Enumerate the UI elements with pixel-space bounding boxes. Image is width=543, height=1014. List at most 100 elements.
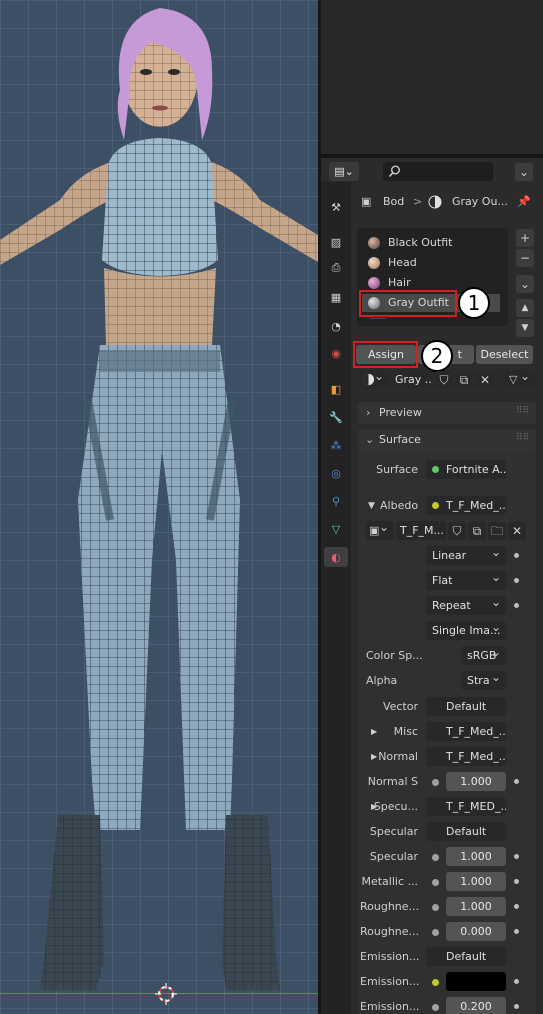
socket-icon[interactable] <box>432 779 439 786</box>
keyframe-dot[interactable] <box>514 854 519 859</box>
source-dropdown[interactable]: Single Ima... <box>426 621 506 640</box>
new-material-button[interactable]: ⧉ <box>455 371 473 389</box>
move-slot-down-button[interactable]: ▼ <box>516 319 534 337</box>
keyframe-dot[interactable] <box>514 603 519 608</box>
tab-object[interactable]: ◧ <box>326 379 346 399</box>
image-browse-dropdown[interactable]: ▣ <box>366 521 394 540</box>
material-icon <box>428 195 442 209</box>
editor-type-dropdown[interactable]: ▤⌄ <box>329 162 359 181</box>
material-preview-icon <box>368 277 380 289</box>
tab-render[interactable]: ▨ <box>326 232 346 252</box>
socket-icon[interactable] <box>432 929 439 936</box>
link-field[interactable]: T_F_Med_... <box>426 722 506 741</box>
value-slider[interactable]: 1.000 <box>446 847 506 866</box>
color-space-dropdown[interactable]: sRGB <box>461 646 506 665</box>
input-label: Emission... <box>360 975 420 988</box>
alpha-label: Alpha <box>366 674 398 687</box>
shield-icon: ⛉ <box>439 373 449 387</box>
value-slider[interactable]: 1.000 <box>446 772 506 791</box>
3d-viewport[interactable] <box>0 0 318 1014</box>
value-slider[interactable]: 1.000 <box>446 897 506 916</box>
tab-output[interactable]: ⎙ <box>326 258 346 278</box>
socket-icon[interactable] <box>432 1004 439 1011</box>
add-slot-button[interactable]: + <box>516 229 534 247</box>
input-label: Emission... <box>360 1000 420 1013</box>
interpolation-dropdown[interactable]: Linear <box>426 546 506 565</box>
socket-icon[interactable] <box>432 854 439 861</box>
tab-data[interactable]: ▽ <box>326 519 346 539</box>
image-name-field[interactable]: T_F_M... <box>396 521 446 540</box>
color-swatch[interactable] <box>446 972 506 991</box>
remove-slot-button[interactable]: − <box>516 249 534 267</box>
drag-handle-icon[interactable]: ⠿⠿ <box>516 404 529 418</box>
image-duplicate-button[interactable]: ⧉ <box>468 522 486 540</box>
link-field[interactable]: Default <box>426 697 506 716</box>
image-fake-user-button[interactable]: ⛉ <box>448 522 466 540</box>
breadcrumb-separator: > <box>413 195 423 208</box>
link-field[interactable]: T_F_MED_... <box>426 797 506 816</box>
fake-user-button[interactable]: ⛉ <box>435 371 453 389</box>
drag-handle-icon[interactable]: ⠿⠿ <box>516 431 529 445</box>
surface-shader-field[interactable]: Fortnite A... <box>426 460 506 479</box>
image-unlink-button[interactable]: ✕ <box>508 522 526 540</box>
value-slider[interactable]: 0.000 <box>446 922 506 941</box>
callout-badge: 1 <box>458 287 490 319</box>
tab-scene[interactable]: ◔ <box>326 316 346 336</box>
link-field[interactable]: Default <box>426 822 506 841</box>
deselect-button[interactable]: Deselect <box>476 345 533 364</box>
keyframe-dot[interactable] <box>514 979 519 984</box>
material-slot-item[interactable]: Head <box>362 254 502 272</box>
list-resize-handle[interactable]: ⎯⎯⎯⎯ <box>370 315 450 323</box>
move-slot-up-button[interactable]: ▲ <box>516 299 534 317</box>
image-icon: ▣ <box>369 524 380 537</box>
material-preview-icon <box>368 257 380 269</box>
folder-icon: 🗀 <box>490 524 503 538</box>
mesh-link-icon: ▽ <box>509 373 518 386</box>
tool-icon: ⚒ <box>331 200 341 214</box>
material-slot-item[interactable]: Black Outfit <box>362 234 502 252</box>
input-label: Metallic ... <box>361 875 418 888</box>
material-name-field[interactable]: Gray ... <box>391 370 433 389</box>
link-mode-dropdown[interactable]: ▽ <box>505 370 535 389</box>
chevron-right-icon: › <box>366 406 371 419</box>
keyframe-dot[interactable] <box>514 879 519 884</box>
keyframe-dot[interactable] <box>514 904 519 909</box>
keyframe-dot[interactable] <box>514 553 519 558</box>
preview-panel-title: Preview <box>379 406 422 419</box>
keyframe-dot[interactable] <box>514 578 519 583</box>
value-slider[interactable]: 0.200 <box>446 997 506 1014</box>
image-open-button[interactable]: 🗀 <box>488 522 506 540</box>
tab-modifiers[interactable]: 🔧 <box>326 407 346 427</box>
options-dropdown[interactable]: ⌄ <box>515 163 533 181</box>
tab-tool[interactable]: ⚒ <box>326 197 346 217</box>
socket-icon[interactable] <box>432 879 439 886</box>
tab-view-layer[interactable]: ▦ <box>326 287 346 307</box>
particles-icon: ⁂ <box>330 438 342 452</box>
extension-dropdown[interactable]: Repeat <box>426 596 506 615</box>
keyframe-dot[interactable] <box>514 1004 519 1009</box>
3d-cursor-icon[interactable] <box>155 983 177 1005</box>
material-browse-dropdown[interactable] <box>359 370 389 389</box>
tab-material[interactable]: ◐ <box>324 547 348 567</box>
surface-label: Surface <box>376 463 418 476</box>
object-icon: ◧ <box>330 382 342 396</box>
projection-dropdown[interactable]: Flat <box>426 571 506 590</box>
keyframe-dot[interactable] <box>514 929 519 934</box>
value-slider[interactable]: 1.000 <box>446 872 506 891</box>
tab-particles[interactable]: ⁂ <box>326 435 346 455</box>
keyframe-dot[interactable] <box>514 779 519 784</box>
breadcrumb-material[interactable]: Gray Ou... <box>452 195 508 209</box>
tab-constraints[interactable]: ⚲ <box>326 491 346 511</box>
tab-world[interactable]: ◉ <box>326 343 346 363</box>
tab-physics[interactable]: ◎ <box>326 463 346 483</box>
link-field[interactable]: Default <box>426 947 506 966</box>
link-field[interactable]: T_F_Med_... <box>426 747 506 766</box>
slot-specials-menu[interactable]: ⌄ <box>516 275 534 293</box>
unlink-material-button[interactable]: ✕ <box>476 371 494 389</box>
socket-icon[interactable] <box>432 904 439 911</box>
breadcrumb-object[interactable]: Bod <box>383 195 404 209</box>
alpha-mode-dropdown[interactable]: Stra <box>461 671 506 690</box>
albedo-link-field[interactable]: T_F_Med_... <box>426 496 506 515</box>
pin-icon[interactable]: 📌 <box>517 195 531 209</box>
socket-icon[interactable] <box>432 979 439 986</box>
